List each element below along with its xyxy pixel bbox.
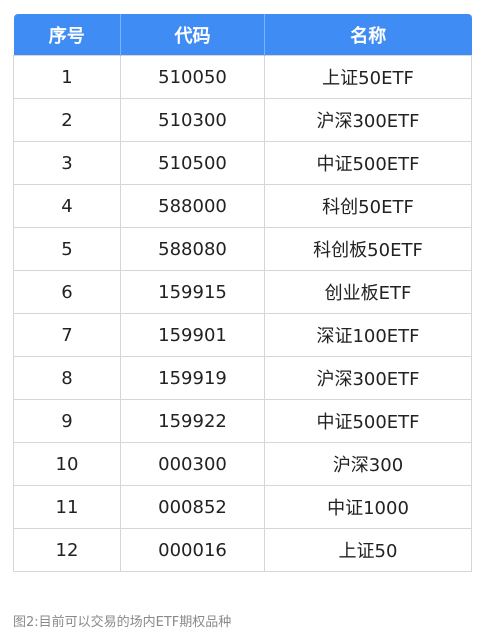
cell-name: 创业板ETF (264, 270, 472, 314)
cell-code: 000852 (120, 485, 265, 529)
cell-name: 深证100ETF (264, 313, 472, 357)
table-row: 8 159919 沪深300ETF (13, 356, 472, 400)
cell-name: 上证50 (264, 528, 472, 572)
cell-name: 科创板50ETF (264, 227, 472, 271)
header-index: 序号 (13, 14, 121, 56)
cell-index: 2 (13, 98, 121, 142)
cell-name: 中证1000 (264, 485, 472, 529)
header-code: 代码 (120, 14, 265, 56)
cell-code: 000300 (120, 442, 265, 486)
cell-name: 沪深300ETF (264, 98, 472, 142)
cell-name: 沪深300ETF (264, 356, 472, 400)
cell-code: 510300 (120, 98, 265, 142)
cell-code: 159915 (120, 270, 265, 314)
cell-name: 上证50ETF (264, 55, 472, 99)
cell-code: 588000 (120, 184, 265, 228)
cell-name: 科创50ETF (264, 184, 472, 228)
cell-index: 12 (13, 528, 121, 572)
table-row: 6 159915 创业板ETF (13, 270, 472, 314)
table-row: 7 159901 深证100ETF (13, 313, 472, 357)
cell-name: 中证500ETF (264, 399, 472, 443)
table-header-row: 序号 代码 名称 (13, 14, 472, 56)
cell-code: 510050 (120, 55, 265, 99)
header-name: 名称 (264, 14, 472, 56)
etf-options-table-container: 序号 代码 名称 1 510050 上证50ETF 2 510300 沪深300… (13, 14, 472, 572)
cell-index: 1 (13, 55, 121, 99)
figure-caption: 图2:目前可以交易的场内ETF期权品种 (13, 615, 232, 630)
cell-index: 7 (13, 313, 121, 357)
table-row: 11 000852 中证1000 (13, 485, 472, 529)
cell-code: 159922 (120, 399, 265, 443)
cell-name: 沪深300 (264, 442, 472, 486)
table-row: 9 159922 中证500ETF (13, 399, 472, 443)
cell-name: 中证500ETF (264, 141, 472, 185)
cell-code: 510500 (120, 141, 265, 185)
cell-index: 11 (13, 485, 121, 529)
cell-code: 000016 (120, 528, 265, 572)
cell-index: 10 (13, 442, 121, 486)
cell-index: 5 (13, 227, 121, 271)
table-row: 12 000016 上证50 (13, 528, 472, 572)
table-row: 3 510500 中证500ETF (13, 141, 472, 185)
cell-index: 9 (13, 399, 121, 443)
cell-index: 6 (13, 270, 121, 314)
cell-code: 159901 (120, 313, 265, 357)
etf-options-table: 序号 代码 名称 1 510050 上证50ETF 2 510300 沪深300… (13, 14, 472, 572)
table-row: 1 510050 上证50ETF (13, 55, 472, 99)
cell-index: 3 (13, 141, 121, 185)
table-row: 5 588080 科创板50ETF (13, 227, 472, 271)
table-row: 2 510300 沪深300ETF (13, 98, 472, 142)
table-row: 4 588000 科创50ETF (13, 184, 472, 228)
table-row: 10 000300 沪深300 (13, 442, 472, 486)
cell-code: 588080 (120, 227, 265, 271)
cell-code: 159919 (120, 356, 265, 400)
cell-index: 8 (13, 356, 121, 400)
cell-index: 4 (13, 184, 121, 228)
